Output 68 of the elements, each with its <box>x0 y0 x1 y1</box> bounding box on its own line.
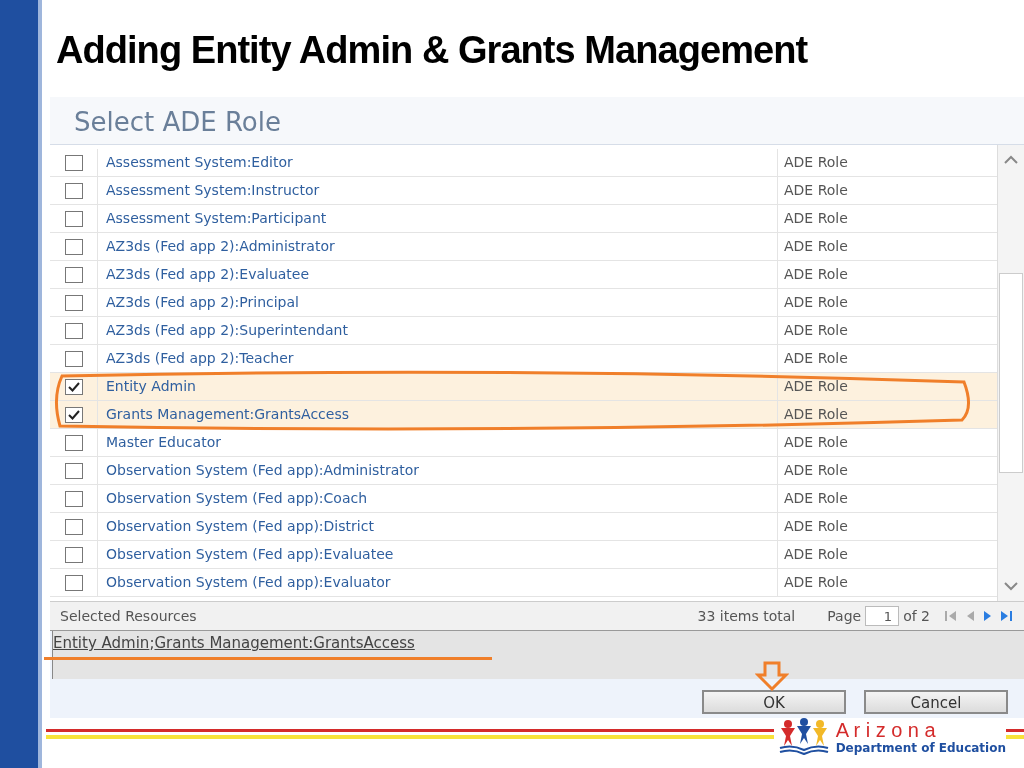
role-name[interactable]: Assessment System:Editor <box>106 152 293 173</box>
checkbox[interactable] <box>64 154 83 171</box>
last-page-icon[interactable] <box>1000 610 1014 622</box>
checkbox[interactable] <box>64 238 83 255</box>
checkbox[interactable] <box>64 546 83 563</box>
checkbox[interactable] <box>64 490 83 507</box>
role-name[interactable]: Entity Admin <box>106 376 196 397</box>
scroll-down-icon[interactable] <box>1003 581 1019 591</box>
role-type: ADE Role <box>784 209 848 228</box>
role-name[interactable]: Observation System (Fed app):Administrator <box>106 460 420 481</box>
checkbox[interactable] <box>64 462 83 479</box>
role-name[interactable]: Observation System (Fed app):Evaluatee <box>106 544 394 565</box>
role-type: ADE Role <box>784 461 848 480</box>
role-name[interactable]: Observation System (Fed app):Evaluator <box>106 572 391 593</box>
role-type: ADE Role <box>784 265 848 284</box>
checkbox[interactable] <box>64 518 83 535</box>
role-type: ADE Role <box>784 349 848 368</box>
checkbox[interactable] <box>64 574 83 591</box>
children-book-logo-icon <box>777 718 830 756</box>
checkbox[interactable] <box>64 294 83 311</box>
role-type: ADE Role <box>784 293 848 312</box>
slide-title: Adding Entity Admin & Grants Management <box>55 28 809 73</box>
role-type: ADE Role <box>784 153 848 172</box>
items-total: 33 items total <box>697 606 796 626</box>
scroll-thumb[interactable] <box>999 273 1023 473</box>
role-name[interactable]: Assessment System:Instructor <box>106 180 320 201</box>
role-type: ADE Role <box>784 377 848 396</box>
dialog-button[interactable]: Cancel <box>864 690 1008 714</box>
page-input[interactable]: 1 <box>865 606 900 626</box>
role-name[interactable]: AZ3ds (Fed app 2):Evaluatee <box>106 264 310 285</box>
role-name[interactable]: AZ3ds (Fed app 2):Teacher <box>106 348 294 369</box>
role-name[interactable]: Observation System (Fed app):District <box>106 516 374 537</box>
dialog-button[interactable]: OK <box>702 690 846 714</box>
checkbox[interactable] <box>64 350 83 367</box>
selected-link[interactable]: Entity Admin <box>53 632 150 679</box>
checkbox[interactable] <box>64 210 83 227</box>
checkbox[interactable] <box>64 322 83 339</box>
checkbox[interactable] <box>64 434 83 451</box>
role-name[interactable]: Master Educator <box>106 432 221 453</box>
checkbox[interactable] <box>64 266 83 283</box>
dialog-title: Select ADE Role <box>50 97 1024 145</box>
role-name[interactable]: Assessment System:Participant <box>106 208 327 229</box>
role-type: ADE Role <box>784 237 848 256</box>
role-type: ADE Role <box>784 181 848 200</box>
role-type: ADE Role <box>784 433 848 452</box>
role-name[interactable]: AZ3ds (Fed app 2):Superintendant <box>106 320 348 341</box>
selected-link[interactable]: Grants Management:GrantsAccess <box>154 632 415 679</box>
role-name[interactable]: Observation System (Fed app):Coach <box>106 488 368 509</box>
role-type: ADE Role <box>784 573 848 592</box>
selected-resources-label: Selected Resources <box>60 606 197 626</box>
checkbox[interactable] <box>64 378 83 395</box>
page-of-label: of 2 <box>903 606 930 626</box>
separator: ; <box>149 633 155 654</box>
page-label: Page <box>827 606 862 626</box>
role-type: ADE Role <box>784 489 848 508</box>
down-arrow-icon <box>755 661 789 691</box>
role-name[interactable]: AZ3ds (Fed app 2):Administrator <box>106 236 335 257</box>
scroll-bar[interactable] <box>997 145 1024 601</box>
logo-subtitle: Department of Education <box>835 741 1006 755</box>
role-type: ADE Role <box>784 321 848 340</box>
role-name[interactable]: AZ3ds (Fed app 2):Principal <box>106 292 299 313</box>
role-name[interactable]: Grants Management:GrantsAccess <box>106 404 349 425</box>
role-type: ADE Role <box>784 405 848 424</box>
checkbox[interactable] <box>64 182 83 199</box>
role-type: ADE Role <box>784 517 848 536</box>
role-type: ADE Role <box>784 545 848 564</box>
checkbox[interactable] <box>64 406 83 423</box>
scroll-up-icon[interactable] <box>1003 155 1019 165</box>
